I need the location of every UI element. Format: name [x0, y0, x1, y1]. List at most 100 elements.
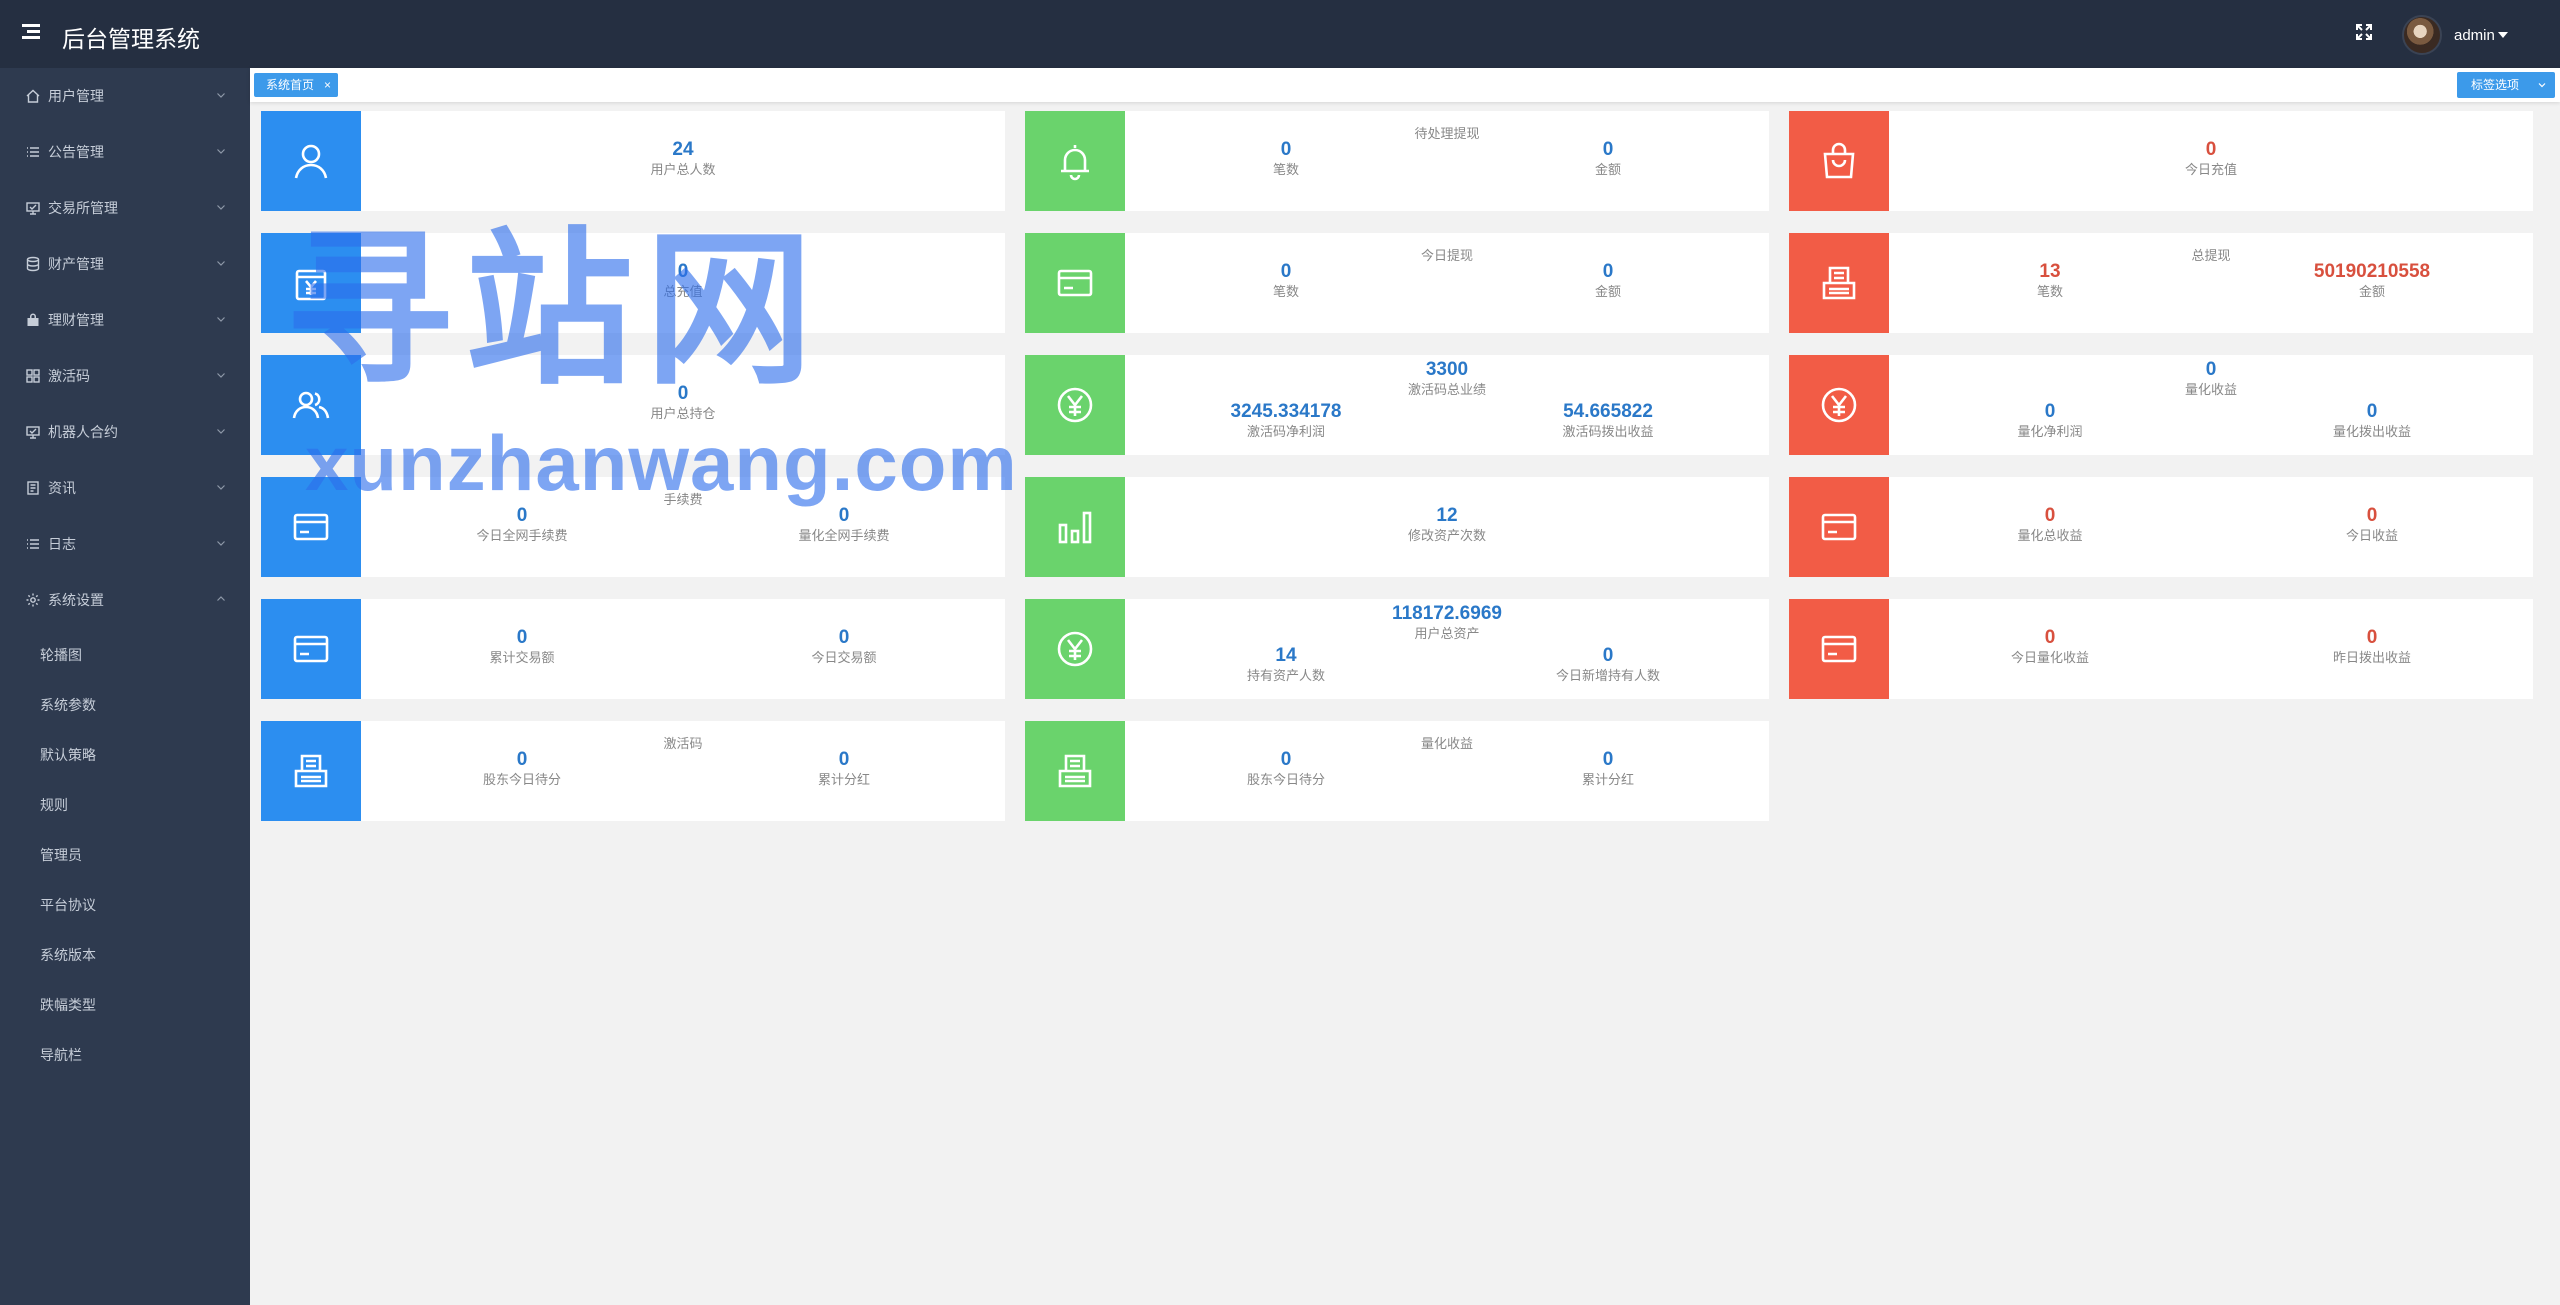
- sidebar-item-finance[interactable]: 理财管理: [0, 292, 250, 348]
- fullscreen-icon[interactable]: [2355, 23, 2373, 41]
- top-header: 后台管理系统 admin: [0, 0, 2560, 68]
- sidebar-subitem-carousel[interactable]: 轮播图: [0, 629, 250, 679]
- sidebar-subitem-admins[interactable]: 管理员: [0, 829, 250, 879]
- caret-down-icon[interactable]: [2498, 32, 2508, 38]
- stat-total-dividends: 0 累计分红: [817, 749, 870, 787]
- card-body: 0 量化总收益 0 今日收益: [1889, 477, 2533, 577]
- card-fees: 手续费 0 今日全网手续费 0 量化全网手续费: [261, 477, 1005, 577]
- sidebar-item-label: 公告管理: [48, 144, 104, 160]
- card-icon-box: [1789, 477, 1889, 577]
- chevron-up-icon: [217, 596, 225, 601]
- wallet-yen-icon: [295, 269, 327, 301]
- stat-yesterday-payout: 0 昨日拨出收益: [2332, 627, 2411, 665]
- card-icon-box: [1025, 477, 1125, 577]
- sidebar-item-announcement[interactable]: 公告管理: [0, 124, 250, 180]
- sidebar-item-label: 激活码: [48, 368, 90, 384]
- card-body: 待处理提现 0 笔数 0 金额: [1125, 111, 1769, 211]
- chevron-down-icon: [217, 93, 225, 98]
- card-body: 3300 激活码总业绩 3245.334178 激活码净利润 54.665822 激活…: [1125, 355, 1769, 455]
- monitor-icon: [26, 426, 40, 439]
- tab-home[interactable]: 系统首页 ×: [254, 73, 339, 97]
- card-user-total-assets: 118172.6969 用户总资产 14 持有资产人数 0 今日新增持有人数: [1025, 599, 1769, 699]
- stat-activation-net-profit: 3245.334178 激活码净利润: [1230, 401, 1342, 439]
- card-quant-daily: 0 今日量化收益 0 昨日拨出收益: [1789, 599, 2533, 699]
- stat-asset-changes: 12 修改资产次数: [1407, 505, 1486, 543]
- card-total-withdrawals: 总提现 13 笔数 50190210558 金额: [1789, 233, 2533, 333]
- card-icon-box: [1789, 111, 1889, 211]
- card-body: 0 累计交易额 0 今日交易额: [361, 599, 1005, 699]
- sidebar-subitem-decline-type[interactable]: 跌幅类型: [0, 979, 250, 1029]
- stat-total-users: 24 用户总人数: [650, 139, 716, 177]
- avatar[interactable]: [2402, 15, 2442, 55]
- card-total-recharge: 0 总充值: [261, 233, 1005, 333]
- chevron-down-icon: [217, 429, 225, 434]
- card-body: 24 用户总人数: [361, 111, 1005, 211]
- sidebar-subitem-system-params[interactable]: 系统参数: [0, 679, 250, 729]
- sidebar-item-robot-contract[interactable]: 机器人合约: [0, 404, 250, 460]
- gear-icon: [26, 593, 40, 607]
- stat-today-recharge: 0 今日充值: [2184, 139, 2237, 177]
- stat-quant-total-earnings: 0 量化总收益: [2017, 505, 2083, 543]
- card-total-users: 24 用户总人数: [261, 111, 1005, 211]
- chevron-down-icon: [217, 317, 225, 322]
- close-icon[interactable]: ×: [324, 73, 331, 97]
- sidebar-item-user-management[interactable]: 用户管理: [0, 68, 250, 124]
- printer-icon: [294, 754, 328, 788]
- stat-count: 0 笔数: [1272, 139, 1299, 177]
- sidebar-item-assets[interactable]: 财产管理: [0, 236, 250, 292]
- app-title: 后台管理系统: [62, 26, 200, 52]
- printer-icon: [1058, 754, 1092, 788]
- document-icon: [27, 481, 39, 495]
- menu-toggle-icon[interactable]: [22, 22, 42, 42]
- chevron-down-icon[interactable]: [2538, 81, 2546, 89]
- sidebar-item-label: 系统设置: [48, 592, 104, 608]
- stat-shareholder-pending: 0 股东今日待分: [482, 749, 561, 787]
- yen-coin-icon: [1057, 631, 1093, 667]
- sidebar-item-system-settings[interactable]: 系统设置: [0, 572, 250, 628]
- stat-amount: 0 金额: [1594, 261, 1621, 299]
- stat-quant-earnings: 0 量化收益: [2184, 359, 2237, 397]
- yen-coin-icon: [1057, 387, 1093, 423]
- card-icon-box: [1025, 111, 1125, 211]
- sidebar-item-exchange[interactable]: 交易所管理: [0, 180, 250, 236]
- sidebar-item-activation-code[interactable]: 激活码: [0, 348, 250, 404]
- card-icon-box: [1025, 599, 1125, 699]
- sidebar-subitem-navbar[interactable]: 导航栏: [0, 1029, 250, 1079]
- stat-count: 13 笔数: [2036, 261, 2063, 299]
- sidebar-item-label: 理财管理: [48, 312, 104, 328]
- sidebar-item-label: 资讯: [48, 480, 76, 496]
- credit-card-icon: [1821, 513, 1857, 541]
- sidebar-subitem-default-strategy[interactable]: 默认策略: [0, 729, 250, 779]
- stat-shareholder-pending: 0 股东今日待分: [1246, 749, 1325, 787]
- credit-card-icon: [293, 513, 329, 541]
- sidebar-subitem-system-version[interactable]: 系统版本: [0, 929, 250, 979]
- card-icon-box: [1789, 355, 1889, 455]
- sidebar-item-news[interactable]: 资讯: [0, 460, 250, 516]
- card-body: 118172.6969 用户总资产 14 持有资产人数 0 今日新增持有人数: [1125, 599, 1769, 699]
- sidebar: 用户管理 公告管理 交易所管理 财产管理 理财管理 激活码 机器人合约 资讯 日: [0, 68, 250, 1305]
- card-body: 0 今日充值: [1889, 111, 2533, 211]
- card-body: 激活码 0 股东今日待分 0 累计分红: [361, 721, 1005, 821]
- credit-card-icon: [1057, 269, 1093, 297]
- user-name[interactable]: admin: [2454, 27, 2495, 44]
- users-icon: [292, 391, 330, 419]
- stat-total-recharge: 0 总充值: [663, 261, 703, 299]
- chevron-down-icon: [217, 373, 225, 378]
- chevron-down-icon: [217, 261, 225, 266]
- bar-chart-icon: [1058, 511, 1092, 544]
- card-icon-box: [1789, 233, 1889, 333]
- card-today-recharge: 0 今日充值: [1789, 111, 2533, 211]
- printer-icon: [1822, 266, 1856, 300]
- stat-today-quant-earnings: 0 今日量化收益: [2010, 627, 2089, 665]
- stat-user-total-assets: 118172.6969 用户总资产: [1392, 603, 1502, 641]
- stat-quant-fees: 0 量化全网手续费: [798, 505, 890, 543]
- credit-card-icon: [293, 635, 329, 663]
- sidebar-subitem-platform-agreement[interactable]: 平台协议: [0, 879, 250, 929]
- tabs-bar: 系统首页 × 标签选项: [250, 68, 2560, 102]
- sidebar-subitem-rules[interactable]: 规则: [0, 779, 250, 829]
- stat-amount: 0 金额: [1594, 139, 1621, 177]
- list-icon: [27, 539, 39, 549]
- stat-activation-payout: 54.665822 激活码拨出收益: [1562, 401, 1654, 439]
- shopping-bag-icon: [1823, 142, 1855, 179]
- sidebar-item-logs[interactable]: 日志: [0, 516, 250, 572]
